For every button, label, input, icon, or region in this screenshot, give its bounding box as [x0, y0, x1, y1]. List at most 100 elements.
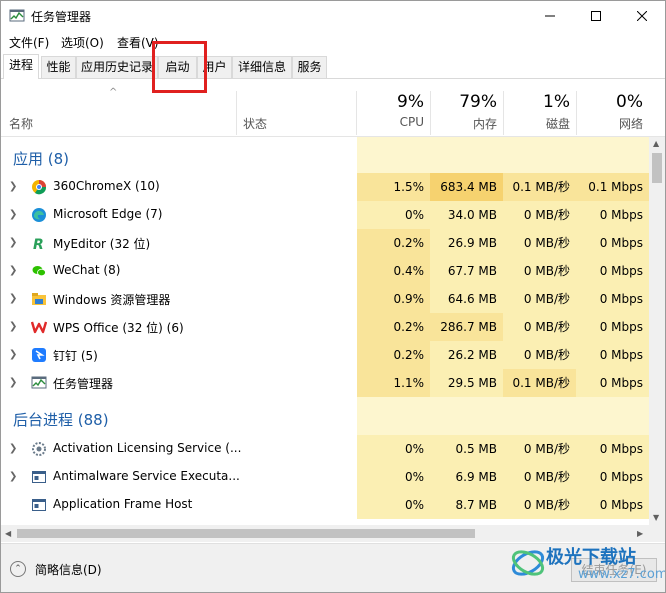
horizontal-scrollbar[interactable]: ◀ ▶ [1, 525, 649, 542]
tab-services[interactable]: 服务 [292, 56, 327, 78]
menu-file[interactable]: 文件(F) [9, 34, 49, 51]
cpu-cell: 1.1% [357, 369, 430, 397]
table-row[interactable]: ❯ WeChat (8) 0.4% 67.7 MB 0 MB/秒 0 Mbps [1, 257, 649, 285]
memory-cell: 26.2 MB [430, 341, 503, 369]
header-network[interactable]: 0% 网络 [576, 79, 649, 135]
network-cell: 0 Mbps [576, 285, 649, 313]
service-icon [32, 442, 46, 456]
column-divider[interactable] [236, 91, 237, 135]
network-cell [576, 137, 649, 175]
memory-label: 内存 [472, 117, 497, 131]
maximize-button[interactable] [573, 1, 619, 31]
process-name: Application Frame Host [53, 497, 193, 511]
tab-performance[interactable]: 性能 [41, 56, 76, 78]
cpu-percent: 9% [397, 92, 424, 112]
sort-caret-icon[interactable]: ^ [109, 87, 117, 98]
cpu-cell [357, 397, 430, 437]
disk-label: 磁盘 [545, 117, 570, 131]
minimize-icon [545, 15, 555, 17]
task-manager-window: 任务管理器 文件(F) 选项(O) 查看(V) 进程 性能 应用历史记录 启动 … [0, 0, 666, 593]
scroll-left-icon[interactable]: ◀ [5, 529, 11, 538]
window-title: 任务管理器 [31, 10, 92, 24]
maximize-icon [591, 11, 601, 21]
cpu-cell: 0.2% [357, 313, 430, 341]
table-row[interactable]: ❯ Activation Licensing Service (... 0% 0… [1, 435, 649, 463]
expand-chevron-icon[interactable]: ❯ [9, 265, 17, 276]
header-cpu[interactable]: 9% CPU [357, 79, 430, 135]
header-disk[interactable]: 1% 磁盘 [503, 79, 576, 135]
menu-options[interactable]: 选项(O) [61, 34, 104, 51]
disk-cell: 0 MB/秒 [503, 285, 576, 313]
disk-cell: 0 MB/秒 [503, 435, 576, 463]
header-memory[interactable]: 79% 内存 [430, 79, 503, 135]
disk-cell: 0 MB/秒 [503, 341, 576, 369]
horizontal-scroll-thumb[interactable] [17, 529, 475, 538]
group-header-background[interactable]: 后台进程 (88) [1, 397, 649, 437]
table-row[interactable]: ❯ WPS Office (32 位) (6) 0.2% 286.7 MB 0 … [1, 313, 649, 341]
expand-chevron-icon[interactable]: ❯ [9, 471, 17, 482]
header-status[interactable]: 状态 [243, 115, 267, 132]
app-window-icon [32, 471, 46, 483]
network-cell: 0 Mbps [576, 201, 649, 229]
cpu-label: CPU [399, 115, 424, 129]
disk-cell [503, 137, 576, 175]
disk-cell: 0 MB/秒 [503, 491, 576, 519]
header-name[interactable]: 名称 [9, 115, 33, 132]
task-manager-icon [31, 376, 47, 389]
vertical-scroll-thumb[interactable] [652, 153, 662, 183]
process-name: Microsoft Edge (7) [53, 207, 163, 221]
close-button[interactable] [619, 1, 665, 31]
expand-chevron-icon[interactable]: ❯ [9, 321, 17, 332]
table-row[interactable]: ❯ Microsoft Edge (7) 0% 34.0 MB 0 MB/秒 0… [1, 201, 649, 229]
cpu-cell: 0% [357, 201, 430, 229]
table-row[interactable]: ❯ 钉钉 (5) 0.2% 26.2 MB 0 MB/秒 0 Mbps [1, 341, 649, 369]
scroll-right-icon[interactable]: ▶ [637, 529, 643, 538]
table-row[interactable]: Application Frame Host 0% 8.7 MB 0 MB/秒 … [1, 491, 649, 519]
scroll-up-icon[interactable]: ▲ [653, 139, 659, 148]
table-row[interactable]: ❯ R MyEditor (32 位) 0.2% 26.9 MB 0 MB/秒 … [1, 229, 649, 257]
tab-processes[interactable]: 进程 [3, 54, 39, 79]
expand-chevron-icon[interactable]: ❯ [9, 181, 17, 192]
disk-cell: 0.1 MB/秒 [503, 173, 576, 201]
collapse-arrow-icon[interactable]: ⌃ [10, 561, 26, 577]
process-name: WeChat (8) [53, 263, 121, 277]
tab-details[interactable]: 详细信息 [232, 56, 292, 78]
network-label: 网络 [618, 117, 643, 131]
group-header-apps[interactable]: 应用 (8) [1, 137, 649, 175]
expand-chevron-icon[interactable]: ❯ [9, 209, 17, 220]
watermark-logo-icon [511, 550, 545, 576]
network-percent: 0% [616, 92, 643, 112]
memory-cell: 64.6 MB [430, 285, 503, 313]
disk-cell: 0.1 MB/秒 [503, 369, 576, 397]
minimize-button[interactable] [527, 1, 573, 31]
expand-chevron-icon[interactable]: ❯ [9, 237, 17, 248]
scroll-down-icon[interactable]: ▼ [653, 513, 659, 522]
fewer-details-link[interactable]: 简略信息(D) [35, 561, 102, 578]
table-row[interactable]: ❯ 任务管理器 1.1% 29.5 MB 0.1 MB/秒 0 Mbps [1, 369, 649, 397]
memory-cell: 67.7 MB [430, 257, 503, 285]
vertical-scrollbar[interactable]: ▲ ▼ [649, 137, 665, 525]
memory-cell: 8.7 MB [430, 491, 503, 519]
group-title: 应用 (8) [13, 150, 70, 168]
cpu-cell: 0.4% [357, 257, 430, 285]
memory-cell: 683.4 MB [430, 173, 503, 201]
expand-chevron-icon[interactable]: ❯ [9, 349, 17, 360]
title-bar: 任务管理器 [1, 1, 665, 31]
disk-cell: 0 MB/秒 [503, 313, 576, 341]
app-window-icon [32, 499, 46, 511]
watermark-text: 极光下载站 [546, 547, 636, 568]
svg-text:R: R [33, 237, 44, 251]
network-cell: 0.1 Mbps [576, 173, 649, 201]
cpu-cell: 0% [357, 463, 430, 491]
expand-chevron-icon[interactable]: ❯ [9, 293, 17, 304]
cpu-cell: 0.2% [357, 229, 430, 257]
table-row[interactable]: ❯ Antimalware Service Executa... 0% 6.9 … [1, 463, 649, 491]
network-cell: 0 Mbps [576, 435, 649, 463]
expand-chevron-icon[interactable]: ❯ [9, 377, 17, 388]
expand-chevron-icon[interactable]: ❯ [9, 443, 17, 454]
column-header: ^ 名称 状态 9% CPU 79% 内存 1% 磁盘 0% 网络 [1, 79, 665, 137]
group-title: 后台进程 (88) [13, 411, 109, 429]
tab-app-history[interactable]: 应用历史记录 [76, 56, 158, 78]
table-row[interactable]: ❯ 360ChromeX (10) 1.5% 683.4 MB 0.1 MB/秒… [1, 173, 649, 201]
table-row[interactable]: ❯ Windows 资源管理器 0.9% 64.6 MB 0 MB/秒 0 Mb… [1, 285, 649, 313]
